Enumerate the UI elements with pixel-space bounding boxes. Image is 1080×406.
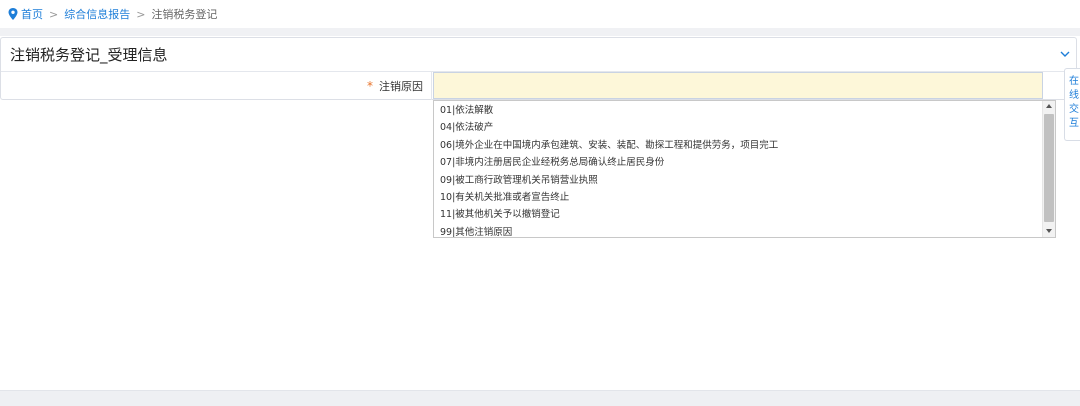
- breadcrumb: 首页 > 综合信息报告 > 注销税务登记: [0, 0, 1080, 28]
- reason-label: * 注销原因: [1, 72, 432, 100]
- location-pin-icon: [8, 8, 18, 20]
- dropdown-option[interactable]: 09|被工商行政管理机关吊销营业执照: [434, 172, 1042, 189]
- footer-bar: [0, 390, 1080, 406]
- scroll-down-icon[interactable]: [1046, 229, 1052, 233]
- reason-select-input[interactable]: [433, 72, 1043, 99]
- chevron-down-icon[interactable]: [1059, 48, 1071, 60]
- side-tab-char: 互: [1069, 118, 1079, 129]
- dropdown-option[interactable]: 99|其他注销原因: [434, 224, 1042, 237]
- header-divider: [0, 28, 1080, 36]
- panel-header: 注销税务登记_受理信息: [1, 38, 1076, 72]
- scrollbar-thumb[interactable]: [1044, 114, 1054, 222]
- breadcrumb-current: 注销税务登记: [151, 8, 218, 21]
- online-interaction-tab[interactable]: 在 线 交 互: [1064, 68, 1080, 141]
- dropdown-option[interactable]: 04|依法破产: [434, 119, 1042, 136]
- reason-field: [432, 72, 1076, 100]
- required-mark: *: [367, 79, 373, 93]
- dropdown-options: 01|依法解散 04|依法破产 06|境外企业在中国境内承包建筑、安装、装配、勘…: [434, 101, 1055, 237]
- panel-title: 注销税务登记_受理信息: [10, 46, 168, 64]
- dropdown-option[interactable]: 07|非境内注册居民企业经税务总局确认终止居民身份: [434, 154, 1042, 171]
- dropdown-scrollbar[interactable]: [1042, 101, 1055, 237]
- dropdown-option[interactable]: 01|依法解散: [434, 102, 1042, 119]
- side-tab-char: 交: [1069, 104, 1079, 115]
- reason-dropdown-list[interactable]: 01|依法解散 04|依法破产 06|境外企业在中国境内承包建筑、安装、装配、勘…: [433, 100, 1056, 238]
- breadcrumb-report-link[interactable]: 综合信息报告: [64, 6, 130, 22]
- dropdown-option[interactable]: 06|境外企业在中国境内承包建筑、安装、装配、勘探工程和提供劳务，项目完工: [434, 137, 1042, 154]
- dropdown-option[interactable]: 11|被其他机关予以撤销登记: [434, 206, 1042, 223]
- acceptance-info-panel: 注销税务登记_受理信息 * 注销原因: [0, 37, 1077, 100]
- reason-row: * 注销原因: [1, 72, 1076, 100]
- breadcrumb-separator: >: [136, 7, 146, 21]
- breadcrumb-home-link[interactable]: 首页: [21, 6, 43, 22]
- breadcrumb-separator: >: [49, 7, 59, 21]
- dropdown-option[interactable]: 10|有关机关批准或者宣告终止: [434, 189, 1042, 206]
- scroll-up-icon[interactable]: [1046, 104, 1052, 108]
- side-tab-char: 线: [1069, 90, 1079, 101]
- side-tab-char: 在: [1069, 76, 1079, 87]
- reason-label-text: 注销原因: [379, 80, 423, 93]
